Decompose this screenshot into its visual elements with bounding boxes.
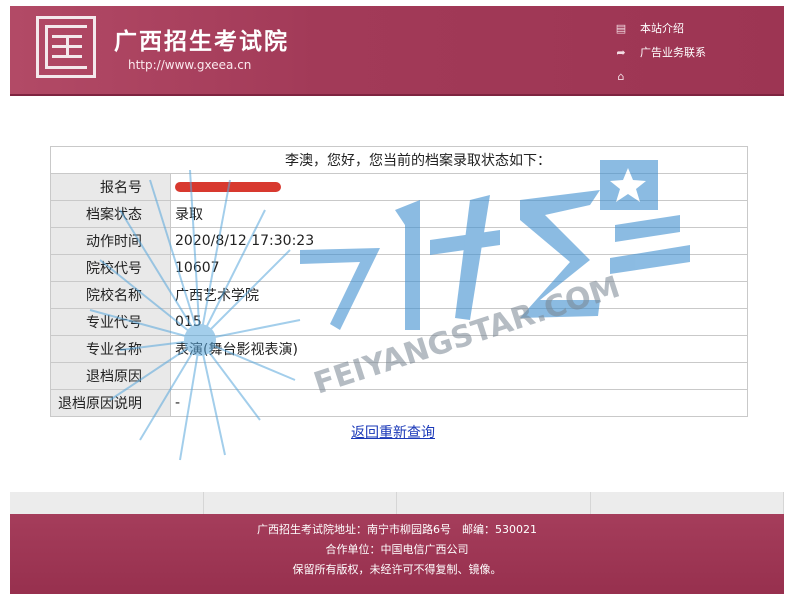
- row-key: 专业名称: [50, 335, 171, 363]
- table-row: 动作时间 2020/8/12 17:30:23: [50, 227, 748, 255]
- table-row: 专业名称 表演(舞台影视表演): [50, 335, 748, 363]
- site-url: http://www.gxeea.cn: [128, 58, 252, 72]
- site-header: 广西招生考试院 http://www.gxeea.cn ▤ 本站介绍 ➦ 广告业…: [10, 6, 784, 96]
- footer-copyright: 保留所有版权，未经许可不得复制、镜像。: [292, 563, 502, 576]
- nav-item-label: 本站介绍: [640, 22, 684, 35]
- table-row: 档案状态 录取: [50, 200, 748, 228]
- site-footer: 广西招生考试院地址：南宁市柳园路6号 邮编：530021 合作单位：中国电信广西…: [10, 514, 784, 594]
- document-icon: ▤: [615, 21, 627, 35]
- row-key: 院校代号: [50, 254, 171, 282]
- row-value: 表演(舞台影视表演): [170, 335, 748, 363]
- row-key: 退档原因: [50, 362, 171, 390]
- table-row: 院校名称 广西艺术学院: [50, 281, 748, 309]
- admission-status-table: 李澳，您好，您当前的档案录取状态如下： 报名号 档案状态 录取 动作时间 202…: [50, 146, 748, 417]
- table-row: 退档原因: [50, 362, 748, 390]
- top-nav: ▤ 本站介绍 ➦ 广告业务联系 ⌂: [614, 16, 706, 88]
- nav-item-ad-contact[interactable]: ➦ 广告业务联系: [614, 40, 706, 64]
- row-value: [170, 362, 748, 390]
- nav-item-about[interactable]: ▤ 本站介绍: [614, 16, 706, 40]
- table-row: 专业代号 015: [50, 308, 748, 336]
- registration-number-value: [170, 173, 748, 201]
- site-logo[interactable]: [36, 16, 96, 78]
- nav-item-label: 广告业务联系: [640, 46, 706, 59]
- row-key: 档案状态: [50, 200, 171, 228]
- greeting-text: 李澳，您好，您当前的档案录取状态如下：: [50, 146, 748, 174]
- table-row: 院校代号 10607: [50, 254, 748, 282]
- table-row: 李澳，您好，您当前的档案录取状态如下：: [50, 146, 748, 174]
- footer-partner: 合作单位：中国电信广西公司: [325, 543, 469, 556]
- nav-item-home[interactable]: ⌂: [614, 64, 706, 88]
- row-key: 退档原因说明: [50, 389, 171, 417]
- home-icon: ⌂: [617, 69, 625, 83]
- row-value: 广西艺术学院: [170, 281, 748, 309]
- row-value: 2020/8/12 17:30:23: [170, 227, 748, 255]
- table-row: 退档原因说明 -: [50, 389, 748, 417]
- table-row: 报名号: [50, 173, 748, 201]
- row-key: 院校名称: [50, 281, 171, 309]
- share-icon: ➦: [616, 45, 626, 59]
- redacted-mark: [175, 182, 281, 192]
- row-key: 专业代号: [50, 308, 171, 336]
- site-title: 广西招生考试院: [114, 29, 289, 55]
- footer-divider-strip: [10, 492, 784, 514]
- row-value: 10607: [170, 254, 748, 282]
- row-value: 015: [170, 308, 748, 336]
- main-content: 李澳，您好，您当前的档案录取状态如下： 报名号 档案状态 录取 动作时间 202…: [10, 96, 784, 516]
- row-value: 录取: [170, 200, 748, 228]
- footer-address: 广西招生考试院地址：南宁市柳园路6号 邮编：530021: [257, 523, 537, 536]
- row-value: -: [170, 389, 748, 417]
- row-key: 报名号: [50, 173, 171, 201]
- back-to-search-link[interactable]: 返回重新查询: [351, 422, 435, 442]
- row-key: 动作时间: [50, 227, 171, 255]
